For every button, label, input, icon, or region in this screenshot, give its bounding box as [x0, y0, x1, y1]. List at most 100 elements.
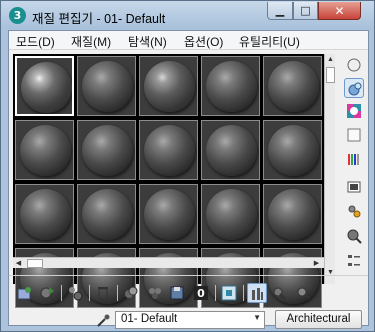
maximize-icon: □ [300, 4, 311, 17]
material-sample-sphere [82, 189, 133, 240]
material-sample-sphere [82, 125, 133, 176]
material-id-channel-button[interactable]: 0 [191, 283, 211, 303]
material-sample-sphere [144, 189, 195, 240]
toolbar-separator [243, 285, 244, 301]
select-by-material-button[interactable] [344, 226, 364, 246]
toolbar-separator [89, 285, 90, 301]
make-unique-icon [149, 288, 161, 299]
material-sample-sphere [82, 61, 133, 112]
assign-material-icon [69, 287, 83, 301]
eyedropper-icon[interactable] [95, 313, 111, 329]
show-in-viewport-button[interactable] [219, 283, 239, 303]
get-material-icon [17, 287, 31, 300]
reset-map-icon [98, 287, 108, 300]
material-sample-slot[interactable] [77, 56, 136, 116]
material-sample-slot[interactable] [15, 120, 74, 180]
material-type-button[interactable]: Architectural [275, 310, 362, 329]
material-sample-slot[interactable] [139, 56, 198, 116]
put-material-icon [40, 287, 54, 299]
scroll-right-icon[interactable]: ▶ [311, 258, 322, 269]
copy-material-button[interactable] [121, 283, 141, 303]
material-sample-slot[interactable] [263, 184, 322, 244]
material-sample-sphere [20, 189, 71, 240]
get-material-button[interactable] [15, 283, 35, 303]
material-sample-slot[interactable] [139, 120, 198, 180]
video-color-check-icon [348, 154, 359, 165]
scroll-left-icon[interactable]: ◀ [13, 258, 24, 269]
material-sample-slot[interactable] [15, 56, 74, 116]
material-sample-sphere [206, 189, 257, 240]
maximize-button[interactable]: □ [293, 2, 318, 20]
options-icon [348, 205, 361, 218]
material-sample-sphere [144, 125, 195, 176]
make-preview-button[interactable] [344, 177, 364, 197]
material-sample-sphere [206, 61, 257, 112]
close-icon: ✕ [334, 4, 345, 18]
material-sample-slot[interactable] [201, 56, 260, 116]
material-sample-sphere [21, 62, 72, 113]
put-to-library-button[interactable] [167, 283, 187, 303]
material-map-navigator-button[interactable] [344, 251, 364, 271]
go-to-parent-button[interactable] [269, 283, 289, 303]
scroll-up-icon[interactable]: ▲ [325, 54, 336, 65]
menu-utilities[interactable]: 유틸리티(U) [237, 33, 302, 50]
material-name-value: 01- Default [121, 313, 178, 325]
make-unique-button[interactable] [145, 283, 165, 303]
background-checker-button[interactable] [344, 101, 364, 121]
toolbar-separator [215, 285, 216, 301]
show-end-result-icon [252, 288, 263, 300]
material-sample-sphere [144, 61, 195, 112]
menu-material[interactable]: 재질(M) [69, 33, 113, 50]
put-material-button[interactable] [37, 283, 57, 303]
minimize-button[interactable]: ▁ [267, 2, 293, 20]
backlight-button[interactable] [344, 78, 364, 98]
material-sample-slot[interactable] [201, 184, 260, 244]
go-forward-icon [297, 287, 311, 299]
app-icon: 3 [9, 7, 26, 24]
go-forward-button[interactable] [293, 283, 313, 303]
material-sample-slot[interactable] [15, 184, 74, 244]
horizontal-scroll-thumb[interactable] [27, 259, 43, 268]
material-sample-slot[interactable] [77, 120, 136, 180]
material-sample-slot[interactable] [139, 184, 198, 244]
horizontal-scrollbar[interactable]: ◀ ▶ [13, 257, 324, 268]
material-id-value: 0 [197, 287, 205, 300]
copy-material-icon [125, 286, 138, 298]
minimize-icon: ▁ [275, 4, 285, 17]
material-sample-slot[interactable] [201, 120, 260, 180]
material-sample-slot[interactable] [77, 184, 136, 244]
backlight-icon [348, 82, 362, 96]
select-by-material-icon [347, 229, 362, 244]
material-sample-sphere [268, 61, 319, 112]
vertical-scroll-thumb[interactable] [326, 67, 335, 83]
menu-options[interactable]: 옵션(O) [182, 33, 225, 50]
close-button[interactable]: ✕ [318, 2, 361, 20]
background-checker-icon [347, 104, 361, 118]
video-color-check-button[interactable] [344, 149, 364, 169]
put-to-library-icon [170, 286, 184, 300]
chevron-down-icon[interactable]: ▼ [253, 313, 261, 322]
make-preview-icon [347, 181, 361, 193]
options-button[interactable] [344, 201, 364, 221]
sample-type-sphere-button[interactable] [344, 55, 364, 75]
material-name-field[interactable]: 01- Default ▼ [115, 311, 265, 329]
reset-map-button[interactable] [93, 283, 113, 303]
vertical-scrollbar[interactable]: ▲ ▼ [324, 54, 335, 284]
title-bar[interactable]: 3 재질 편집기 - 01- Default ▁ □ ✕ [1, 1, 374, 29]
scroll-down-icon[interactable]: ▼ [325, 267, 336, 278]
menu-bar: 모드(D) 재질(M) 탐색(N) 옵션(O) 유틸리티(U) [9, 31, 368, 50]
show-end-result-button[interactable] [247, 283, 267, 303]
sample-uv-tiling-button[interactable] [344, 125, 364, 145]
sample-type-sphere-icon [347, 58, 361, 72]
material-sample-slot[interactable] [263, 56, 322, 116]
material-sample-sphere [20, 125, 71, 176]
assign-material-button[interactable] [65, 283, 85, 303]
show-in-viewport-icon [221, 285, 237, 301]
menu-mode[interactable]: 모드(D) [14, 33, 57, 50]
toolbar-separator [117, 285, 118, 301]
menu-navigation[interactable]: 탐색(N) [126, 33, 169, 50]
material-sample-slot[interactable] [263, 120, 322, 180]
editor-client-area: 모드(D) 재질(M) 탐색(N) 옵션(O) 유틸리티(U) ▲ ▼ ◀ ▶ [8, 30, 369, 329]
toolbar-divider [9, 275, 368, 276]
sample-uv-tiling-icon [347, 128, 361, 142]
